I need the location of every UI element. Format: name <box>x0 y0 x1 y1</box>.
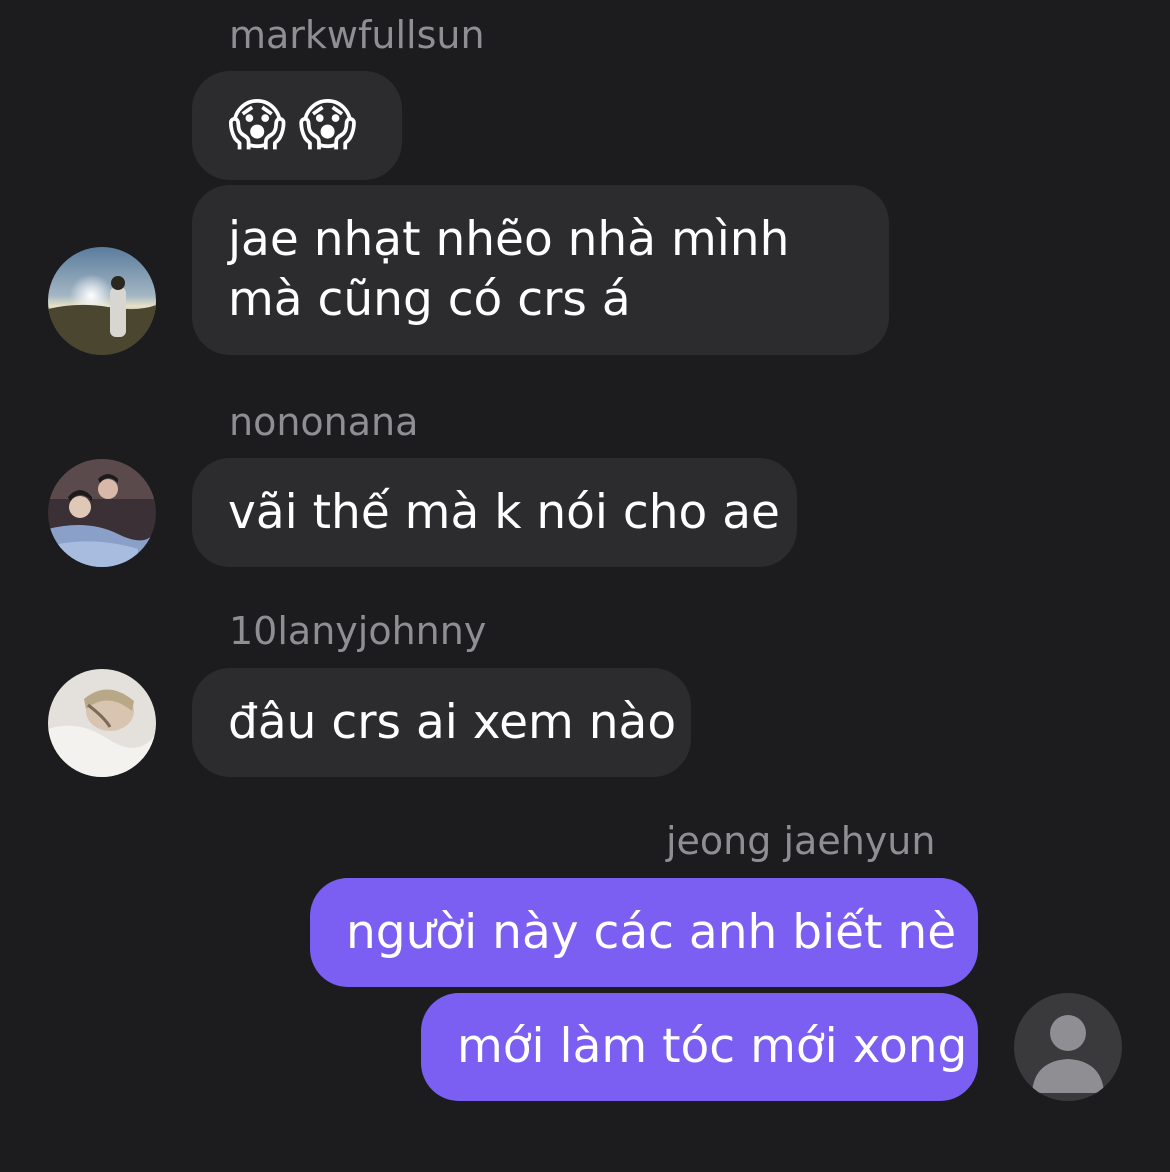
message-bubble[interactable]: vãi thế mà k nói cho ae <box>192 458 797 567</box>
avatar[interactable] <box>48 459 156 567</box>
message-text: mới làm tóc mới xong <box>457 1019 968 1074</box>
sender-name: markwfullsun <box>229 13 485 57</box>
avatar[interactable] <box>1014 993 1122 1101</box>
sunset-photo-icon <box>48 247 156 355</box>
message-bubble[interactable]: jae nhạt nhẽo nhà mình mà cũng có crs á <box>192 185 889 355</box>
message-bubble-outgoing[interactable]: mới làm tóc mới xong <box>421 993 978 1101</box>
message-text: vãi thế mà k nói cho ae <box>228 484 780 540</box>
emoji-row: 😱 😱 <box>228 92 357 158</box>
message-bubble-emoji[interactable]: 😱 😱 <box>192 71 402 180</box>
screaming-face-emoji: 😱 <box>228 92 287 158</box>
pillow-photo-icon <box>48 669 156 777</box>
message-text: đâu crs ai xem nào <box>228 694 677 750</box>
message-bubble[interactable]: đâu crs ai xem nào <box>192 668 691 777</box>
sender-name: nononana <box>229 400 419 444</box>
message-text: jae nhạt nhẽo nhà mình mà cũng có crs á <box>228 212 790 327</box>
message-bubble-outgoing[interactable]: người này các anh biết nè <box>310 878 978 987</box>
avatar[interactable] <box>48 669 156 777</box>
message-text: người này các anh biết nè <box>346 904 957 960</box>
sender-name: jeong jaehyun <box>666 819 936 863</box>
sender-name: 10lanyjohnny <box>229 609 487 653</box>
avatar[interactable] <box>48 247 156 355</box>
default-person-icon <box>1014 993 1122 1101</box>
group-photo-icon <box>48 459 156 567</box>
screaming-face-emoji: 😱 <box>298 92 357 158</box>
